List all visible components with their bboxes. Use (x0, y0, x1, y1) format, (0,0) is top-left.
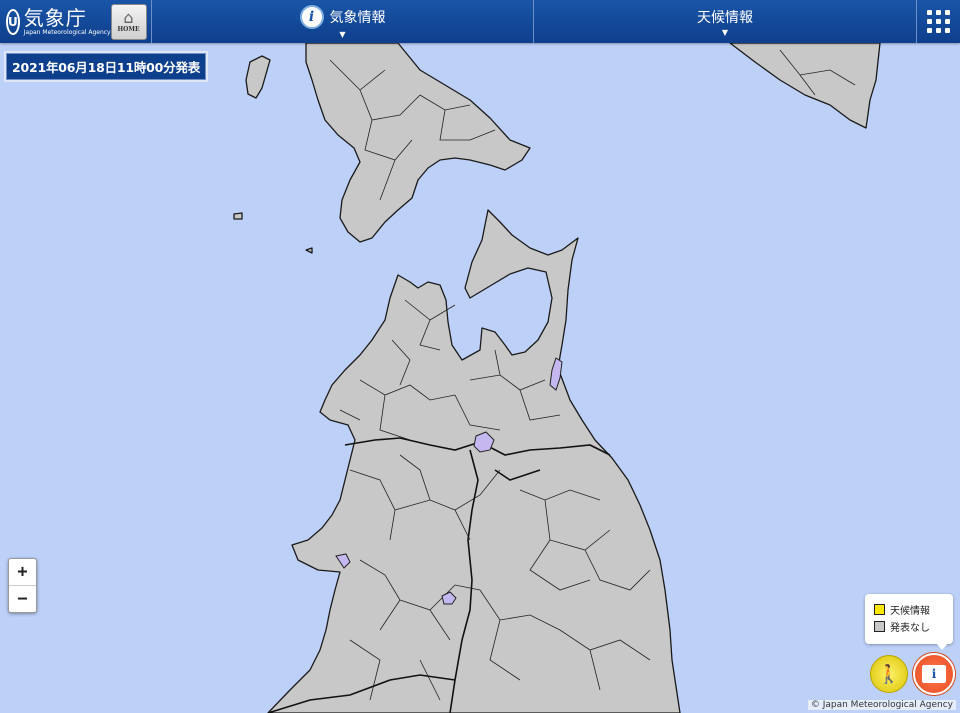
logo-en: Japan Meteorological Agency (23, 28, 111, 36)
legend-item: 天候情報 (874, 601, 953, 618)
menu-weather-info[interactable]: i 気象情報 ▼ (152, 0, 534, 43)
jma-logo[interactable]: U 気象庁 Japan Meteorological Agency (0, 0, 111, 43)
site-header: U 気象庁 Japan Meteorological Agency ⌂ HOME… (0, 0, 960, 43)
book-button[interactable]: i (913, 653, 955, 695)
zoom-out-button[interactable]: − (9, 585, 36, 612)
chevron-down-icon: ▼ (339, 29, 346, 39)
legend-label: 天候情報 (890, 606, 930, 617)
person-icon[interactable]: 🚶 (870, 655, 908, 693)
home-icon: ⌂ (123, 8, 134, 27)
jma-logo-icon: U (6, 8, 20, 35)
legend-item: 発表なし (874, 618, 953, 635)
logo-ja: 気象庁 (23, 5, 87, 30)
info-icon: i (299, 4, 324, 29)
menu-climate-info[interactable]: 天候情報 ▼ (534, 0, 917, 43)
legend-swatch (874, 604, 885, 615)
menu-weather-label: 気象情報 (329, 9, 386, 26)
legend-label: 発表なし (890, 623, 930, 634)
copyright: © Japan Meteorological Agency (807, 700, 956, 710)
zoom-in-button[interactable]: + (9, 559, 36, 585)
home-button[interactable]: ⌂ HOME (106, 0, 152, 43)
chevron-down-icon: ▼ (721, 27, 729, 37)
home-label: HOME (117, 26, 140, 33)
legend-swatch (874, 621, 885, 632)
issue-timestamp: 2021年06月18日11時00分発表 (6, 53, 207, 80)
menu-climate-label: 天候情報 (697, 9, 753, 26)
map-legend: 天候情報 発表なし (865, 594, 953, 644)
weather-map[interactable] (0, 0, 960, 713)
islet-1 (233, 212, 243, 220)
zoom-control: + − (8, 558, 37, 613)
legend-pointer (936, 643, 948, 650)
grid-menu-icon[interactable] (917, 0, 960, 43)
book-icon: i (922, 665, 946, 683)
